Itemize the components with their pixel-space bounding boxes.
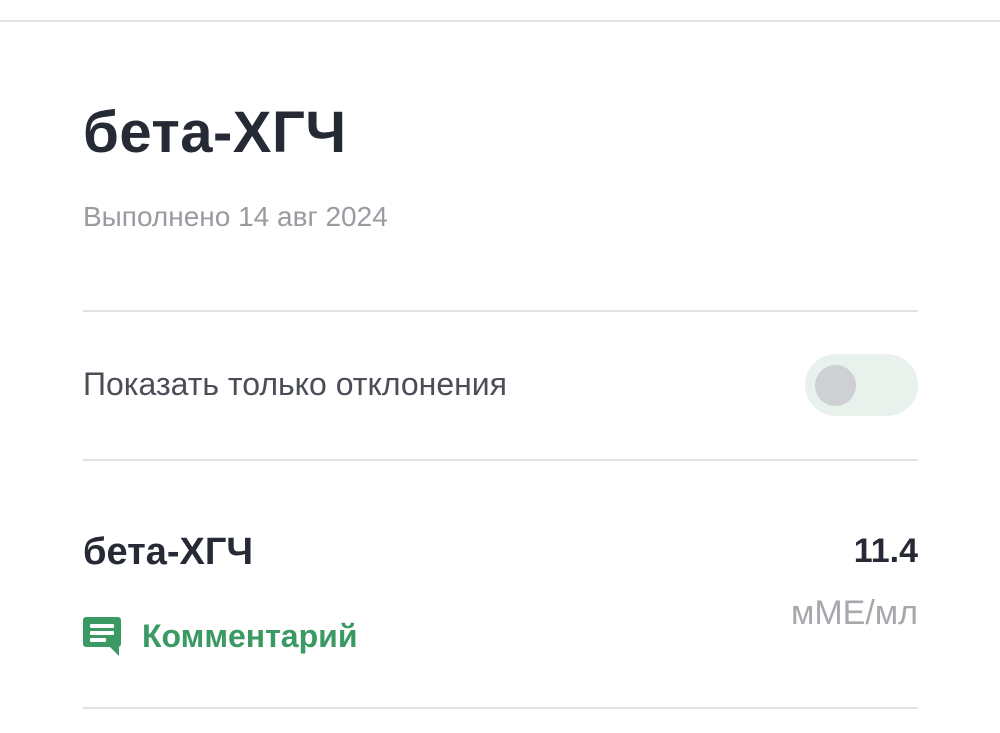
- comment-label: Комментарий: [142, 618, 358, 654]
- lab-result-page: бета-ХГЧ Выполнено 14 авг 2024 Показать …: [0, 0, 1000, 733]
- comment-button[interactable]: Комментарий: [83, 616, 357, 656]
- completed-date: Выполнено 14 авг 2024: [83, 201, 388, 232]
- deviations-filter-row: Показать только отклонения: [83, 312, 918, 459]
- test-name: бета-ХГЧ: [83, 531, 254, 573]
- result-unit: мМЕ/мл: [790, 594, 918, 632]
- page-title: бета-ХГЧ: [83, 100, 347, 165]
- top-divider: [0, 20, 1000, 22]
- comment-icon: [83, 616, 121, 656]
- deviations-filter-label: Показать только отклонения: [83, 366, 507, 402]
- result-value: 11.4: [853, 532, 918, 570]
- deviations-toggle[interactable]: [805, 354, 918, 416]
- result-row[interactable]: бета-ХГЧ Комментарий 11.4 мМЕ/мл: [83, 461, 918, 707]
- divider: [83, 707, 918, 709]
- toggle-knob: [815, 365, 856, 406]
